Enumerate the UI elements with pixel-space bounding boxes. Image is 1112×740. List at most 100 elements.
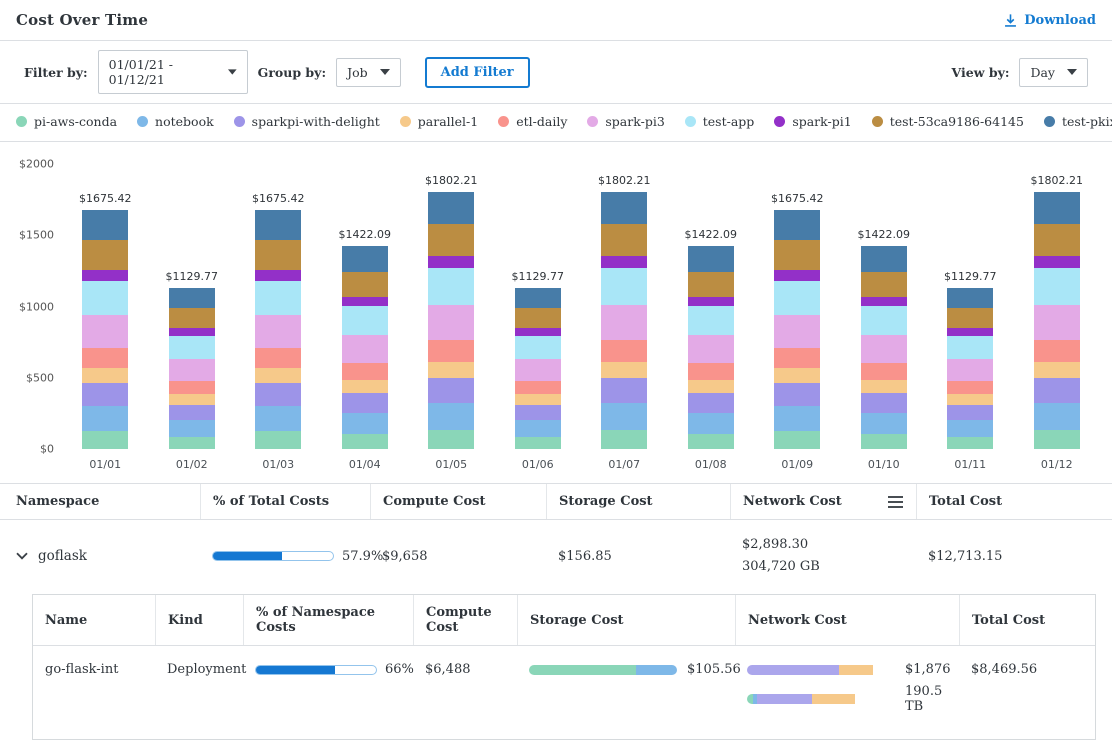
bar-segment-etl-daily[interactable]	[342, 363, 388, 380]
bar-segment-test-app[interactable]	[774, 281, 820, 316]
bar-segment-sparkpi-with-delight[interactable]	[515, 405, 561, 420]
bar-segment-test-pkix[interactable]	[1034, 192, 1080, 224]
bar-segment-pi-aws-conda[interactable]	[774, 431, 820, 449]
bar-segment-test-pkix[interactable]	[169, 288, 215, 308]
bar-segment-test-app[interactable]	[601, 268, 647, 305]
bar-segment-spark-pi3[interactable]	[774, 315, 820, 347]
bar-segment-sparkpi-with-delight[interactable]	[947, 405, 993, 420]
bar-segment-sparkpi-with-delight[interactable]	[688, 393, 734, 412]
legend-item-spark-pi3[interactable]: spark-pi3	[587, 114, 664, 129]
bar-segment-spark-pi1[interactable]	[601, 256, 647, 268]
bar-segment-sparkpi-with-delight[interactable]	[774, 383, 820, 406]
bar-segment-spark-pi1[interactable]	[428, 256, 474, 268]
bar-segment-etl-daily[interactable]	[861, 363, 907, 380]
bar-segment-etl-daily[interactable]	[255, 348, 301, 368]
bar-segment-notebook[interactable]	[82, 406, 128, 431]
bar-segment-spark-pi3[interactable]	[342, 335, 388, 362]
bar-segment-notebook[interactable]	[342, 413, 388, 434]
bar-segment-test-53ca9186-64145[interactable]	[169, 308, 215, 328]
bar-segment-test-pkix[interactable]	[515, 288, 561, 308]
stacked-bar-01/11[interactable]	[947, 288, 993, 449]
legend-item-etl-daily[interactable]: etl-daily	[498, 114, 567, 129]
bar-segment-spark-pi1[interactable]	[82, 270, 128, 281]
bar-segment-sparkpi-with-delight[interactable]	[169, 405, 215, 420]
bar-segment-pi-aws-conda[interactable]	[428, 430, 474, 449]
stacked-bar-01/02[interactable]	[169, 288, 215, 449]
bar-segment-notebook[interactable]	[515, 420, 561, 437]
legend-item-notebook[interactable]: notebook	[137, 114, 214, 129]
bar-segment-test-app[interactable]	[255, 281, 301, 316]
bar-segment-test-app[interactable]	[688, 306, 734, 335]
bar-segment-spark-pi1[interactable]	[861, 297, 907, 306]
bar-segment-spark-pi1[interactable]	[774, 270, 820, 281]
bar-segment-test-app[interactable]	[169, 336, 215, 359]
bar-segment-sparkpi-with-delight[interactable]	[601, 378, 647, 402]
bar-segment-test-app[interactable]	[947, 336, 993, 359]
bar-segment-pi-aws-conda[interactable]	[515, 437, 561, 449]
bar-segment-etl-daily[interactable]	[82, 348, 128, 368]
stacked-bar-01/12[interactable]	[1034, 192, 1080, 449]
legend-item-test-app[interactable]: test-app	[685, 114, 755, 129]
bar-segment-test-app[interactable]	[428, 268, 474, 305]
bar-segment-spark-pi3[interactable]	[428, 305, 474, 340]
bar-segment-test-53ca9186-64145[interactable]	[428, 224, 474, 256]
bar-segment-pi-aws-conda[interactable]	[342, 434, 388, 449]
legend-item-pi-aws-conda[interactable]: pi-aws-conda	[16, 114, 117, 129]
bar-segment-test-53ca9186-64145[interactable]	[688, 272, 734, 297]
bar-segment-pi-aws-conda[interactable]	[947, 437, 993, 449]
date-range-select[interactable]: 01/01/21 - 01/12/21	[98, 50, 248, 94]
bar-segment-test-pkix[interactable]	[428, 192, 474, 224]
legend-item-sparkpi-with-delight[interactable]: sparkpi-with-delight	[234, 114, 380, 129]
bar-segment-etl-daily[interactable]	[601, 340, 647, 362]
chevron-down-icon[interactable]	[16, 552, 28, 560]
bar-segment-test-53ca9186-64145[interactable]	[774, 240, 820, 270]
bar-segment-parallel-1[interactable]	[861, 380, 907, 393]
group-by-select[interactable]: Job	[336, 58, 401, 87]
bar-segment-test-app[interactable]	[342, 306, 388, 335]
bar-segment-test-53ca9186-64145[interactable]	[515, 308, 561, 328]
bar-segment-test-app[interactable]	[82, 281, 128, 316]
bar-segment-spark-pi1[interactable]	[169, 328, 215, 335]
bar-segment-parallel-1[interactable]	[1034, 362, 1080, 379]
column-menu-icon[interactable]	[887, 495, 904, 509]
bar-segment-parallel-1[interactable]	[428, 362, 474, 379]
bar-segment-etl-daily[interactable]	[428, 340, 474, 362]
bar-segment-pi-aws-conda[interactable]	[688, 434, 734, 449]
bar-segment-notebook[interactable]	[774, 406, 820, 431]
bar-segment-sparkpi-with-delight[interactable]	[342, 393, 388, 412]
bar-segment-test-pkix[interactable]	[774, 210, 820, 240]
bar-segment-spark-pi3[interactable]	[861, 335, 907, 362]
bar-segment-sparkpi-with-delight[interactable]	[1034, 378, 1080, 402]
bar-segment-spark-pi3[interactable]	[1034, 305, 1080, 340]
bar-segment-notebook[interactable]	[255, 406, 301, 431]
bar-segment-parallel-1[interactable]	[515, 394, 561, 405]
legend-item-parallel-1[interactable]: parallel-1	[400, 114, 478, 129]
bar-segment-parallel-1[interactable]	[82, 368, 128, 384]
bar-segment-test-53ca9186-64145[interactable]	[255, 240, 301, 270]
bar-segment-test-app[interactable]	[861, 306, 907, 335]
bar-segment-spark-pi3[interactable]	[169, 359, 215, 381]
bar-segment-spark-pi3[interactable]	[947, 359, 993, 381]
bar-segment-pi-aws-conda[interactable]	[255, 431, 301, 449]
bar-segment-spark-pi1[interactable]	[342, 297, 388, 306]
bar-segment-notebook[interactable]	[601, 403, 647, 430]
bar-segment-test-app[interactable]	[515, 336, 561, 359]
stacked-bar-01/04[interactable]	[342, 246, 388, 449]
bar-segment-etl-daily[interactable]	[688, 363, 734, 380]
namespace-row[interactable]: goflask 57.9% $9,658 $156.85 $2,898.30 3…	[0, 520, 1112, 592]
bar-segment-spark-pi3[interactable]	[688, 335, 734, 362]
bar-segment-notebook[interactable]	[861, 413, 907, 434]
stacked-bar-01/01[interactable]	[82, 210, 128, 449]
bar-segment-notebook[interactable]	[169, 420, 215, 437]
bar-segment-test-pkix[interactable]	[947, 288, 993, 308]
bar-segment-test-53ca9186-64145[interactable]	[601, 224, 647, 256]
legend-item-test-53ca9186-64145[interactable]: test-53ca9186-64145	[872, 114, 1024, 129]
bar-segment-notebook[interactable]	[428, 403, 474, 430]
bar-segment-test-53ca9186-64145[interactable]	[861, 272, 907, 297]
bar-segment-parallel-1[interactable]	[601, 362, 647, 379]
bar-segment-test-pkix[interactable]	[342, 246, 388, 271]
bar-segment-parallel-1[interactable]	[169, 394, 215, 405]
stacked-bar-01/08[interactable]	[688, 246, 734, 449]
bar-segment-parallel-1[interactable]	[688, 380, 734, 393]
bar-segment-notebook[interactable]	[1034, 403, 1080, 430]
